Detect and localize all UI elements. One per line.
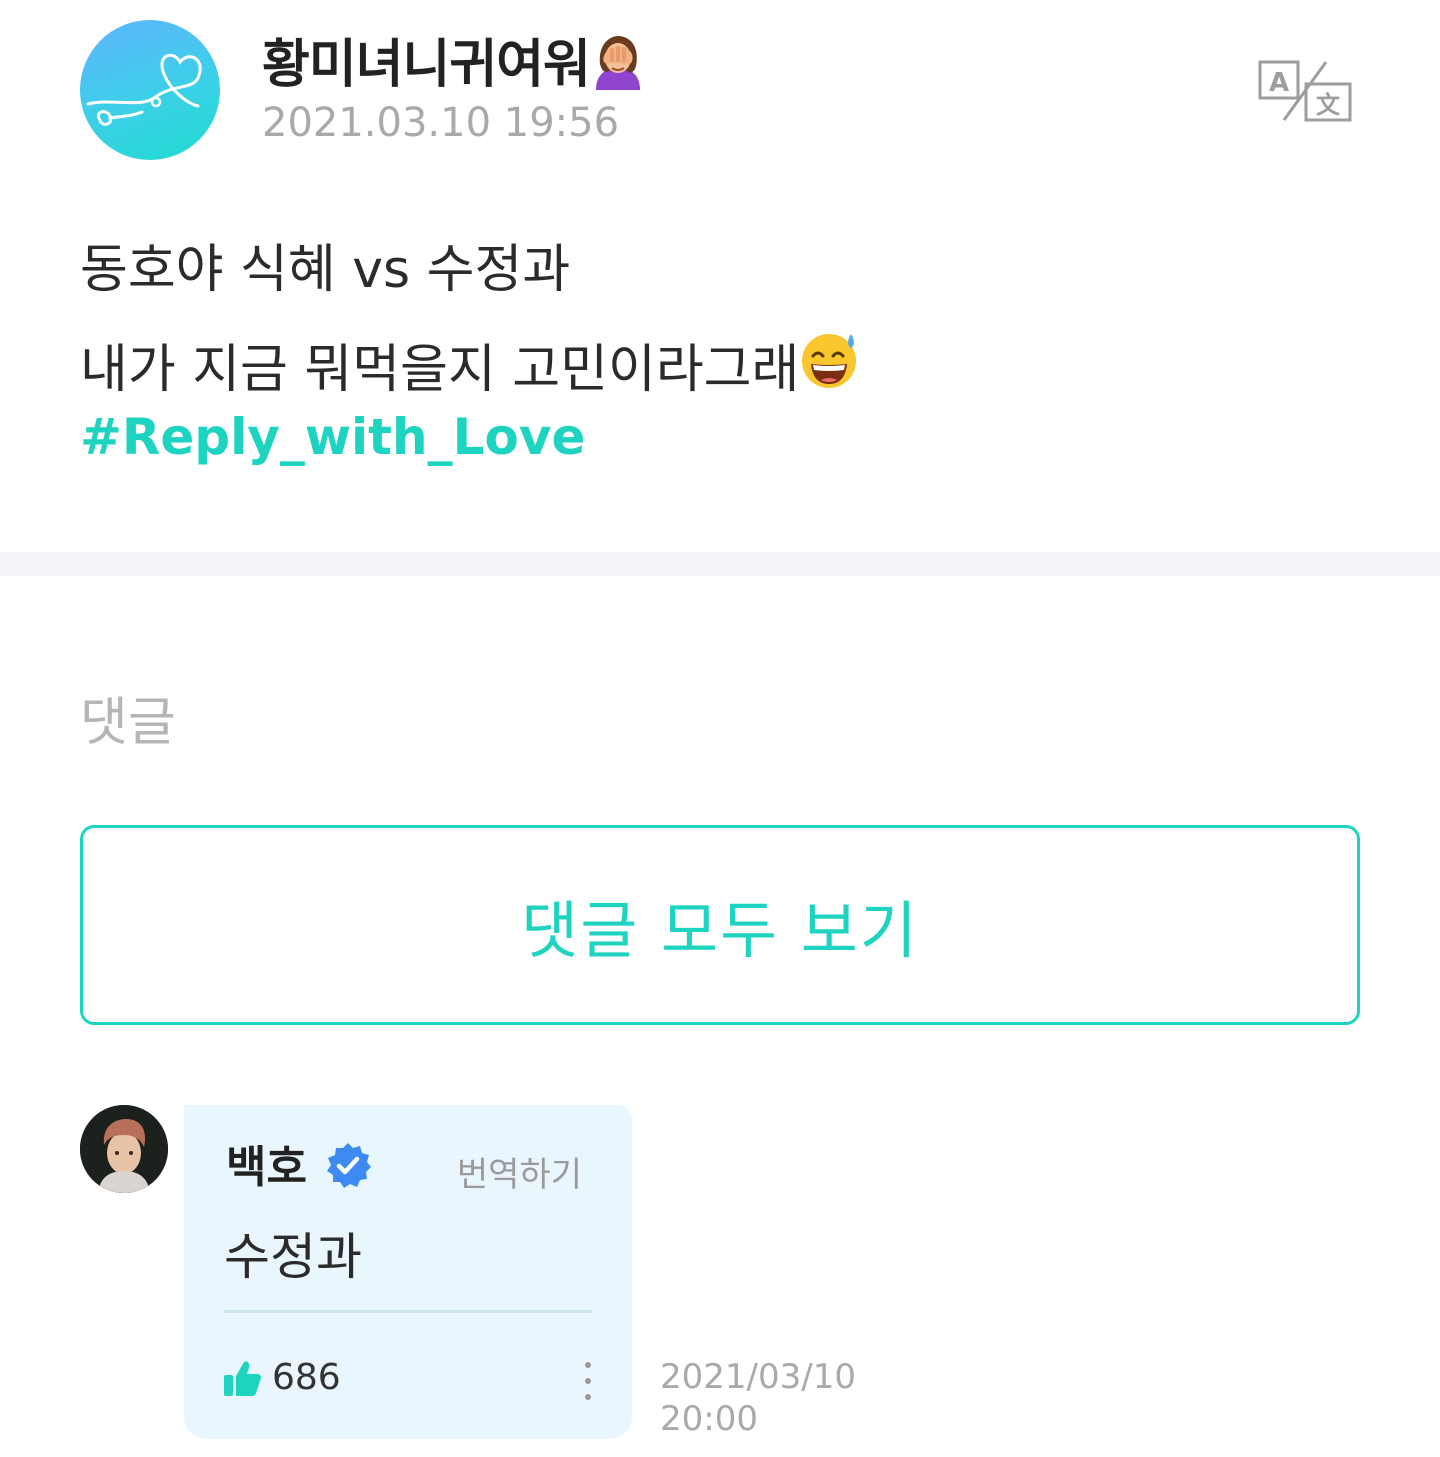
- translate-icon[interactable]: A 文: [1256, 58, 1354, 124]
- svg-text:A: A: [1269, 68, 1289, 98]
- comment-text: 수정과: [224, 1228, 362, 1286]
- translate-comment-link[interactable]: 번역하기: [457, 1147, 582, 1196]
- post-date: 2021.03.10 19:56: [262, 100, 620, 146]
- view-all-comments-button[interactable]: 댓글 모두 보기: [80, 825, 1360, 1025]
- hashtag-link[interactable]: #Reply_with_Love: [80, 408, 585, 466]
- comment-date-day: 2021/03/10: [660, 1357, 856, 1397]
- commenter-avatar[interactable]: [80, 1105, 168, 1193]
- post-line: 동호야 식혜 vs 수정과: [80, 220, 1360, 320]
- comment-date-time: 20:00: [660, 1399, 758, 1439]
- heart-doodle-icon: [86, 53, 202, 126]
- author-name-row[interactable]: 황미녀니귀여워: [262, 22, 646, 103]
- view-all-comments-label: 댓글 모두 보기: [521, 894, 919, 967]
- author-avatar[interactable]: [80, 20, 220, 160]
- comment-date: 2021/03/10 20:00: [660, 1356, 856, 1440]
- facepalm-woman-emoji: [590, 34, 646, 103]
- thumbs-up-icon: [224, 1360, 261, 1396]
- commenter-name[interactable]: 백호: [226, 1131, 307, 1195]
- post-body: 동호야 식혜 vs 수정과 내가 지금 뭐먹을지 고민이라그래: [80, 220, 1360, 420]
- verified-badge-icon: [324, 1141, 372, 1189]
- comment-divider: [224, 1310, 592, 1313]
- more-options-icon[interactable]: [578, 1357, 598, 1405]
- comments-section-title: 댓글: [80, 693, 176, 753]
- post-line: 내가 지금 뭐먹을지 고민이라그래: [80, 320, 1360, 420]
- author-name: 황미녀니귀여워: [262, 35, 591, 95]
- post-card: 황미녀니귀여워 2021.03.10 19:56 A 文 동호야 식혜 vs 수…: [0, 0, 1440, 552]
- section-divider: [0, 552, 1440, 576]
- comment-bubble: 백호 번역하기 수정과 686: [184, 1105, 632, 1439]
- svg-text:文: 文: [1316, 91, 1341, 119]
- post-line-text: 내가 지금 뭐먹을지 고민이라그래: [80, 340, 800, 400]
- post-line-text: 동호야 식혜 vs 수정과: [80, 240, 571, 300]
- like-count: 686: [272, 1357, 341, 1398]
- grinning-sweat-emoji: [799, 323, 859, 423]
- like-button[interactable]: 686: [222, 1357, 341, 1398]
